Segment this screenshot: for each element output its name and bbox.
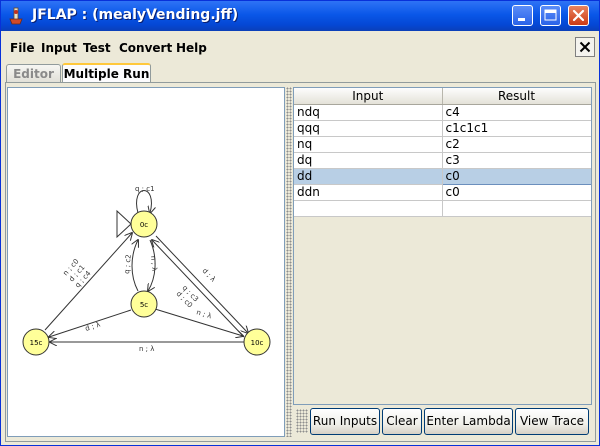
initial-state-marker <box>116 209 132 239</box>
label-5-10: n ; λ <box>195 308 212 320</box>
input-cell[interactable]: nq <box>294 136 443 153</box>
result-cell[interactable]: c3 <box>442 152 591 169</box>
state-10c[interactable]: 10c <box>243 328 271 356</box>
result-cell[interactable]: c2 <box>442 136 591 153</box>
title-bar[interactable]: JFLAP : (mealyVending.jff) <box>1 1 599 31</box>
tab-editor[interactable]: Editor <box>6 64 61 83</box>
table-header-row: Input Result <box>294 88 591 105</box>
run-button-toolbar: Run Inputs Clear Enter Lambda View Trace <box>293 405 592 437</box>
result-cell[interactable]: c1c1c1 <box>442 120 591 137</box>
menu-bar: File Input Test Convert Help <box>1 37 599 59</box>
tab-strip: Editor Multiple Run <box>1 61 599 83</box>
clear-button[interactable]: Clear <box>382 408 422 435</box>
menu-file[interactable]: File <box>10 41 35 55</box>
transition-15-0[interactable] <box>44 233 132 331</box>
result-cell[interactable]: c0 <box>442 184 591 201</box>
close-icon <box>572 9 585 22</box>
maximize-icon <box>544 9 557 21</box>
state-label-10c: 10c <box>251 339 264 347</box>
table-row-selected[interactable]: dd c0 <box>294 168 591 185</box>
window-title: JFLAP : (mealyVending.jff) <box>32 7 239 23</box>
column-header-input[interactable]: Input <box>294 88 443 105</box>
input-cell[interactable]: qqq <box>294 120 443 137</box>
menu-test[interactable]: Test <box>83 41 111 55</box>
column-header-result[interactable]: Result <box>442 88 591 105</box>
automaton-canvas[interactable]: q ; c1 n ; λ q ; c2 d ; λ q ; c3 d ; c0 … <box>7 87 285 437</box>
label-10-15: n ; λ <box>139 345 154 353</box>
transition-5-0[interactable] <box>132 240 138 292</box>
close-document-button[interactable] <box>575 37 595 57</box>
app-window: JFLAP : (mealyVending.jff) File Input Te… <box>0 0 600 446</box>
input-cell[interactable]: ddn <box>294 184 443 201</box>
label-loop-0: q ; c1 <box>135 185 155 193</box>
transition-0-10[interactable] <box>155 235 248 333</box>
state-15c[interactable]: 15c <box>22 328 50 356</box>
input-cell[interactable]: ndq <box>294 104 443 121</box>
close-window-button[interactable] <box>568 5 589 26</box>
result-cell[interactable] <box>442 200 591 217</box>
multiple-run-table: Input Result ndq c4 qqq c1c1c1 nq c2 dq … <box>294 88 591 217</box>
menu-input[interactable]: Input <box>41 41 77 55</box>
minimize-button[interactable] <box>512 5 533 26</box>
label-0-10: d ; λ <box>201 267 217 284</box>
label-5-0: q ; c2 <box>123 254 133 274</box>
state-5c[interactable]: 5c <box>130 290 158 318</box>
input-cell[interactable] <box>294 200 443 217</box>
menu-convert[interactable]: Convert <box>119 41 172 55</box>
label-0-5: n ; λ <box>149 255 158 271</box>
result-cell[interactable]: c0 <box>441 168 591 185</box>
input-cell[interactable]: dq <box>294 152 443 169</box>
close-icon <box>579 41 591 53</box>
menu-help[interactable]: Help <box>176 41 207 55</box>
jflap-app-icon <box>9 7 23 25</box>
table-row[interactable]: dq c3 <box>294 152 591 169</box>
toolbar-grip[interactable] <box>296 409 308 433</box>
result-cell[interactable]: c4 <box>442 104 591 121</box>
automaton-diagram: q ; c1 n ; λ q ; c2 d ; λ q ; c3 d ; c0 … <box>22 185 271 356</box>
label-5-15: d ; λ <box>84 321 101 333</box>
state-label-5c: 5c <box>140 301 148 309</box>
table-row[interactable]: ddn c0 <box>294 184 591 201</box>
state-label-0c: 0c <box>140 221 148 229</box>
table-row[interactable]: ndq c4 <box>294 104 591 121</box>
maximize-button[interactable] <box>540 5 561 26</box>
enter-lambda-button[interactable]: Enter Lambda <box>424 408 513 435</box>
minimize-icon <box>518 18 525 21</box>
table-row[interactable]: nq c2 <box>294 136 591 153</box>
input-cell[interactable]: dd <box>294 168 443 185</box>
multiple-run-table-panel: Input Result ndq c4 qqq c1c1c1 nq c2 dq … <box>293 87 592 405</box>
table-row[interactable]: qqq c1c1c1 <box>294 120 591 137</box>
run-inputs-button[interactable]: Run Inputs <box>310 408 380 435</box>
view-trace-button[interactable]: View Trace <box>515 408 589 435</box>
tab-multiple-run[interactable]: Multiple Run <box>62 63 151 83</box>
state-0c[interactable]: 0c <box>130 210 158 238</box>
transition-loop-0[interactable] <box>136 190 152 214</box>
table-row-empty[interactable] <box>294 200 591 217</box>
state-label-15c: 15c <box>30 339 43 347</box>
split-pane-divider[interactable] <box>286 87 292 437</box>
